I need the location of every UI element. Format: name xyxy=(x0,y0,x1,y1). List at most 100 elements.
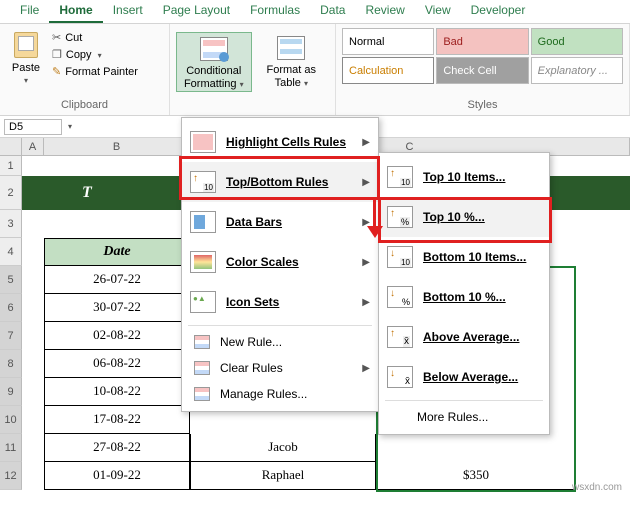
paste-icon xyxy=(14,32,38,58)
menu-top10-pct[interactable]: Top 10 %... xyxy=(379,197,549,237)
menu-manage-rules[interactable]: Manage Rules... xyxy=(182,381,378,407)
menu-label: Highlight Cells Rules xyxy=(226,135,362,149)
row-header[interactable]: 1 xyxy=(0,156,22,176)
menu-icon-sets[interactable]: Icon Sets ▶ xyxy=(182,282,378,322)
copy-label: Copy xyxy=(66,49,92,61)
group-clipboard: Paste ▾ Cut Copy ▾ Format Painter Clipboa… xyxy=(0,24,170,115)
menu-highlight-cells[interactable]: Highlight Cells Rules ▶ xyxy=(182,122,378,162)
menu-label: New Rule... xyxy=(220,335,370,349)
paste-button[interactable]: Paste ▾ xyxy=(6,28,46,97)
menu-label: Top/Bottom Rules xyxy=(226,175,362,189)
menu-new-rule[interactable]: New Rule... xyxy=(182,329,378,355)
cell[interactable]: 10-08-22 xyxy=(44,378,190,406)
menu-data-bars[interactable]: Data Bars ▶ xyxy=(182,202,378,242)
cell[interactable]: 02-08-22 xyxy=(44,322,190,350)
menu-below-average[interactable]: Below Average... xyxy=(379,357,549,397)
menu-label: Bottom 10 Items... xyxy=(423,250,541,264)
chevron-right-icon: ▶ xyxy=(362,257,370,268)
row-header[interactable]: 5 xyxy=(0,266,22,294)
style-explanatory[interactable]: Explanatory ... xyxy=(531,57,623,84)
group-styles: Normal Bad Good Calculation Check Cell E… xyxy=(336,24,630,115)
col-header-a[interactable]: A xyxy=(22,138,44,155)
menu-label: Color Scales xyxy=(226,255,362,269)
row-header[interactable]: 3 xyxy=(0,210,22,238)
menu-bottom10-items[interactable]: Bottom 10 Items... xyxy=(379,237,549,277)
highlight-cells-icon xyxy=(190,131,216,153)
copy-button[interactable]: Copy ▾ xyxy=(50,47,140,62)
clear-rules-icon xyxy=(194,361,210,375)
cell[interactable]: 06-08-22 xyxy=(44,350,190,378)
cell[interactable]: Jacob xyxy=(190,434,376,462)
ft-label: Format as Table ▾ xyxy=(256,64,327,90)
menu-label: Data Bars xyxy=(226,215,362,229)
row-header[interactable]: 6 xyxy=(0,294,22,322)
tab-data[interactable]: Data xyxy=(310,0,355,23)
cf-label: Conditional Formatting ▾ xyxy=(179,65,249,91)
cell[interactable]: $350 xyxy=(376,462,576,490)
style-calculation[interactable]: Calculation xyxy=(342,57,434,84)
row-header[interactable]: 4 xyxy=(0,238,22,266)
tab-developer[interactable]: Developer xyxy=(461,0,536,23)
cell[interactable]: 27-08-22 xyxy=(44,434,190,462)
style-bad[interactable]: Bad xyxy=(436,28,528,55)
menu-bottom10-pct[interactable]: Bottom 10 %... xyxy=(379,277,549,317)
cell-styles-gallery[interactable]: Normal Bad Good Calculation Check Cell E… xyxy=(342,28,623,84)
group-label-clipboard: Clipboard xyxy=(6,97,163,115)
belowavg-icon xyxy=(387,366,413,388)
row-header[interactable]: 7 xyxy=(0,322,22,350)
cell[interactable]: 30-07-22 xyxy=(44,294,190,322)
tab-home[interactable]: Home xyxy=(49,0,102,23)
menu-top10-items[interactable]: Top 10 Items... xyxy=(379,157,549,197)
col-header-b[interactable]: B xyxy=(44,138,190,155)
header-date[interactable]: Date xyxy=(44,238,190,266)
tab-page-layout[interactable]: Page Layout xyxy=(153,0,240,23)
format-as-table-button[interactable]: Format as Table ▾ xyxy=(254,32,329,92)
tab-file[interactable]: File xyxy=(10,0,49,23)
menu-above-average[interactable]: Above Average... xyxy=(379,317,549,357)
menu-label: Top 10 %... xyxy=(423,210,541,224)
cell[interactable]: Raphael xyxy=(190,462,376,490)
tab-view[interactable]: View xyxy=(415,0,461,23)
menu-color-scales[interactable]: Color Scales ▶ xyxy=(182,242,378,282)
style-normal[interactable]: Normal xyxy=(342,28,434,55)
top10pct-icon xyxy=(387,206,413,228)
menu-label: Manage Rules... xyxy=(220,387,370,401)
cell[interactable]: 17-08-22 xyxy=(44,406,190,434)
style-good[interactable]: Good xyxy=(531,28,623,55)
chevron-down-icon: ▾ xyxy=(98,51,102,60)
tab-formulas[interactable]: Formulas xyxy=(240,0,310,23)
bot10pct-icon xyxy=(387,286,413,308)
ribbon-tabs: File Home Insert Page Layout Formulas Da… xyxy=(0,0,630,24)
cut-label: Cut xyxy=(65,32,82,44)
menu-clear-rules[interactable]: Clear Rules ▶ xyxy=(182,355,378,381)
row-header[interactable]: 8 xyxy=(0,350,22,378)
copy-icon xyxy=(52,48,62,61)
tab-insert[interactable]: Insert xyxy=(103,0,153,23)
menu-label: Top 10 Items... xyxy=(423,170,541,184)
group-cf: Conditional Formatting ▾ Format as Table… xyxy=(170,24,336,115)
row-header[interactable]: 2 xyxy=(0,176,22,210)
format-as-table-icon xyxy=(277,36,305,60)
name-box[interactable] xyxy=(4,119,62,135)
top-bottom-icon xyxy=(190,171,216,193)
row-header[interactable]: 11 xyxy=(0,434,22,462)
row-header[interactable]: 10 xyxy=(0,406,22,434)
conditional-formatting-button[interactable]: Conditional Formatting ▾ xyxy=(176,32,252,92)
cut-button[interactable]: Cut xyxy=(50,30,140,45)
format-painter-button[interactable]: Format Painter xyxy=(50,64,140,79)
aboveavg-icon xyxy=(387,326,413,348)
row-header[interactable]: 9 xyxy=(0,378,22,406)
group-label-styles: Styles xyxy=(342,97,623,115)
style-check-cell[interactable]: Check Cell xyxy=(436,57,528,84)
manage-rules-icon xyxy=(194,387,210,401)
cell[interactable]: 01-09-22 xyxy=(44,462,190,490)
menu-top-bottom[interactable]: Top/Bottom Rules ▶ xyxy=(182,162,378,202)
top10-icon xyxy=(387,166,413,188)
cell[interactable]: 26-07-22 xyxy=(44,266,190,294)
chevron-down-icon[interactable]: ▾ xyxy=(66,122,74,131)
menu-more-rules[interactable]: More Rules... xyxy=(379,404,549,430)
row-header[interactable]: 12 xyxy=(0,462,22,490)
tab-review[interactable]: Review xyxy=(355,0,414,23)
new-rule-icon xyxy=(194,335,210,349)
menu-label: Icon Sets xyxy=(226,295,362,309)
